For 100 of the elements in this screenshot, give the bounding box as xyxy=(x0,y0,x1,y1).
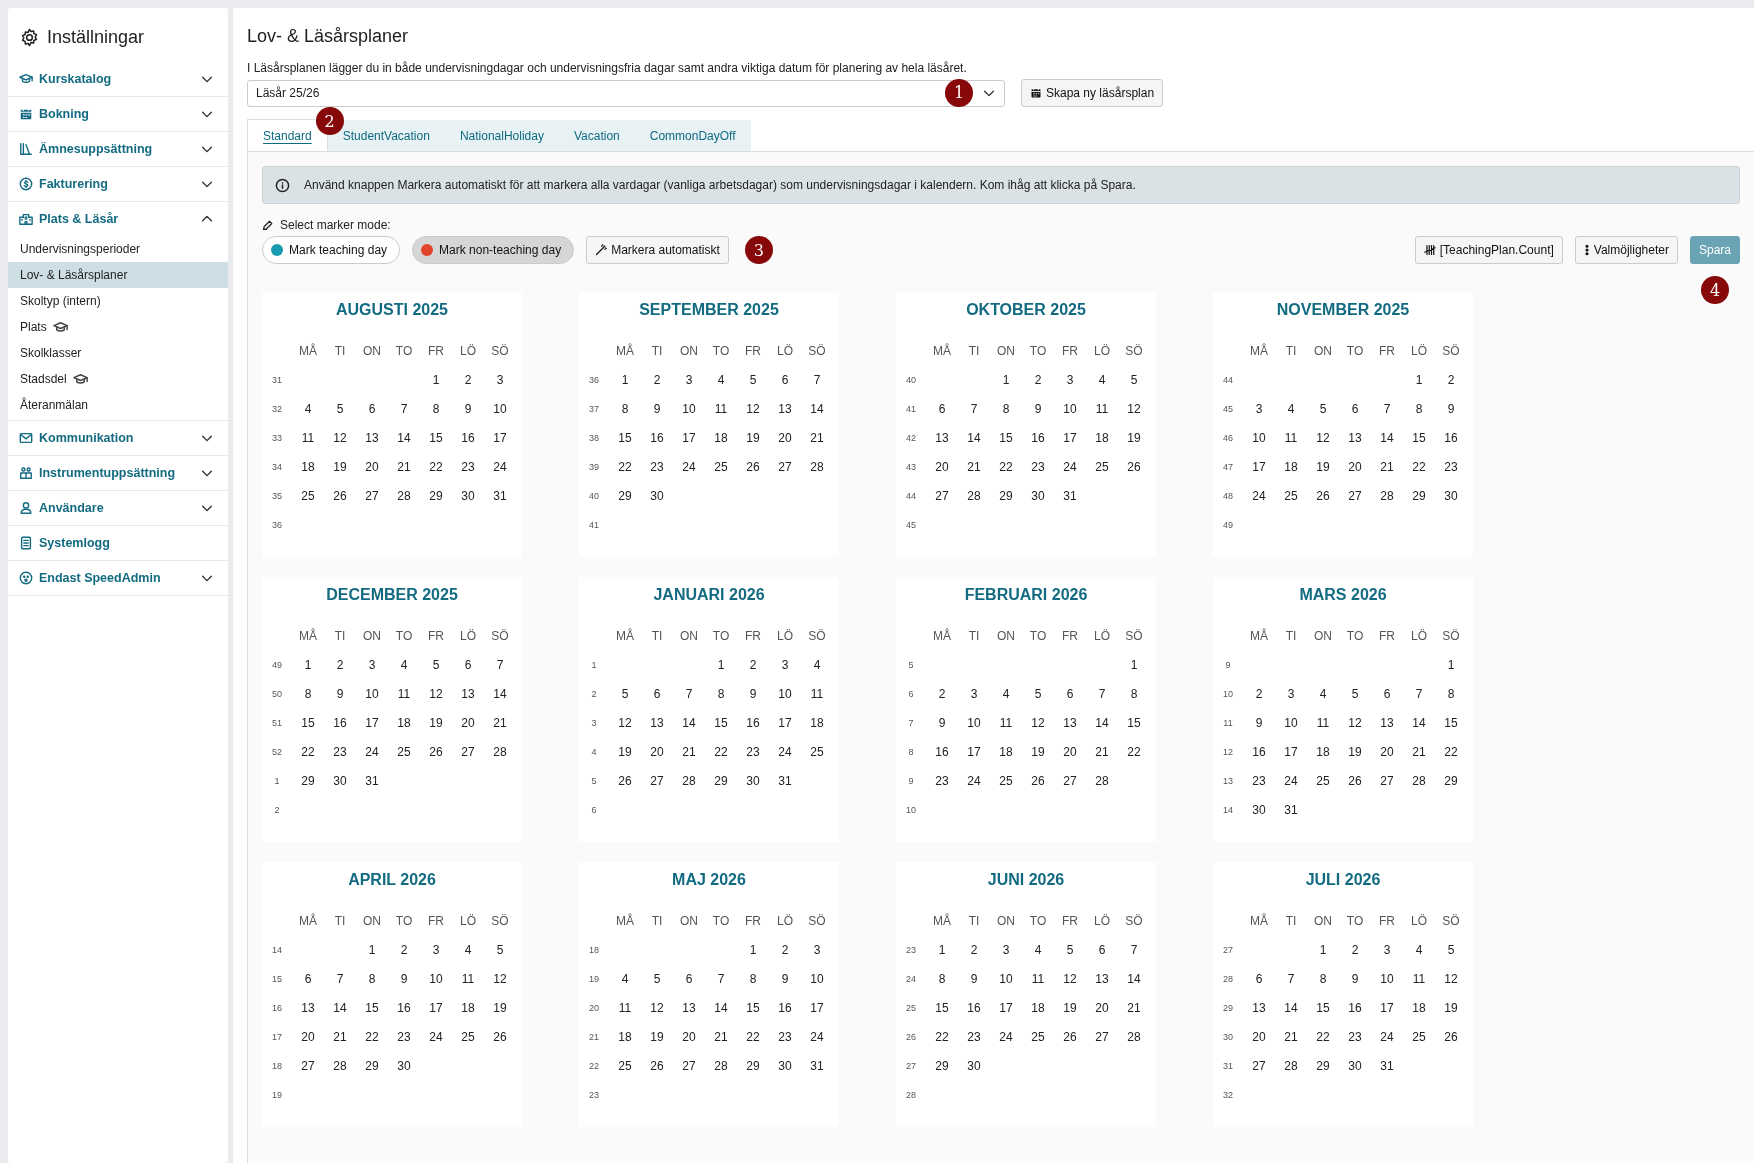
day-cell[interactable]: 14 xyxy=(673,708,705,737)
day-cell[interactable]: 22 xyxy=(1435,737,1467,766)
day-cell[interactable]: 19 xyxy=(420,708,452,737)
day-cell[interactable]: 9 xyxy=(737,679,769,708)
day-cell[interactable]: 11 xyxy=(990,708,1022,737)
day-cell[interactable]: 22 xyxy=(737,1022,769,1051)
day-cell[interactable]: 20 xyxy=(1054,737,1086,766)
day-cell[interactable]: 5 xyxy=(324,394,356,423)
day-cell[interactable]: 9 xyxy=(452,394,484,423)
day-cell[interactable]: 9 xyxy=(641,394,673,423)
day-cell[interactable]: 11 xyxy=(388,679,420,708)
day-cell[interactable]: 8 xyxy=(1307,964,1339,993)
day-cell[interactable]: 17 xyxy=(673,423,705,452)
day-cell[interactable]: 1 xyxy=(1435,650,1467,679)
count-button[interactable]: [TeachingPlan.Count] xyxy=(1414,236,1563,264)
day-cell[interactable]: 30 xyxy=(958,1051,990,1080)
day-cell[interactable]: 7 xyxy=(484,650,516,679)
day-cell[interactable]: 16 xyxy=(1022,423,1054,452)
day-cell[interactable]: 4 xyxy=(388,650,420,679)
day-cell[interactable]: 16 xyxy=(452,423,484,452)
day-cell[interactable]: 24 xyxy=(420,1022,452,1051)
day-cell[interactable]: 1 xyxy=(1403,365,1435,394)
day-cell[interactable]: 14 xyxy=(705,993,737,1022)
day-cell[interactable]: 15 xyxy=(356,993,388,1022)
day-cell[interactable]: 10 xyxy=(356,679,388,708)
day-cell[interactable]: 12 xyxy=(1022,708,1054,737)
day-cell[interactable]: 16 xyxy=(1243,737,1275,766)
day-cell[interactable]: 9 xyxy=(1022,394,1054,423)
day-cell[interactable]: 26 xyxy=(1339,766,1371,795)
day-cell[interactable]: 16 xyxy=(641,423,673,452)
day-cell[interactable]: 28 xyxy=(1275,1051,1307,1080)
day-cell[interactable]: 29 xyxy=(926,1051,958,1080)
day-cell[interactable]: 11 xyxy=(452,964,484,993)
day-cell[interactable]: 25 xyxy=(292,481,324,510)
day-cell[interactable]: 1 xyxy=(1118,650,1150,679)
day-cell[interactable]: 3 xyxy=(769,650,801,679)
day-cell[interactable]: 5 xyxy=(1022,679,1054,708)
day-cell[interactable]: 30 xyxy=(737,766,769,795)
day-cell[interactable]: 4 xyxy=(292,394,324,423)
day-cell[interactable]: 29 xyxy=(1307,1051,1339,1080)
day-cell[interactable]: 19 xyxy=(737,423,769,452)
day-cell[interactable]: 31 xyxy=(1371,1051,1403,1080)
day-cell[interactable]: 8 xyxy=(1118,679,1150,708)
day-cell[interactable]: 11 xyxy=(1403,964,1435,993)
day-cell[interactable]: 22 xyxy=(705,737,737,766)
day-cell[interactable]: 25 xyxy=(801,737,833,766)
tab[interactable]: NationalHoliday xyxy=(444,120,559,151)
day-cell[interactable]: 11 xyxy=(801,679,833,708)
day-cell[interactable]: 17 xyxy=(958,737,990,766)
day-cell[interactable]: 19 xyxy=(609,737,641,766)
day-cell[interactable]: 18 xyxy=(1086,423,1118,452)
day-cell[interactable]: 24 xyxy=(484,452,516,481)
day-cell[interactable]: 5 xyxy=(1339,679,1371,708)
day-cell[interactable]: 17 xyxy=(1243,452,1275,481)
day-cell[interactable]: 24 xyxy=(990,1022,1022,1051)
day-cell[interactable]: 10 xyxy=(673,394,705,423)
day-cell[interactable]: 22 xyxy=(1403,452,1435,481)
day-cell[interactable]: 18 xyxy=(609,1022,641,1051)
day-cell[interactable]: 20 xyxy=(452,708,484,737)
day-cell[interactable]: 15 xyxy=(926,993,958,1022)
day-cell[interactable]: 28 xyxy=(1086,766,1118,795)
day-cell[interactable]: 28 xyxy=(801,452,833,481)
day-cell[interactable]: 30 xyxy=(388,1051,420,1080)
day-cell[interactable]: 24 xyxy=(769,737,801,766)
day-cell[interactable]: 18 xyxy=(1307,737,1339,766)
day-cell[interactable]: 12 xyxy=(609,708,641,737)
day-cell[interactable]: 7 xyxy=(673,679,705,708)
day-cell[interactable]: 22 xyxy=(990,452,1022,481)
day-cell[interactable]: 26 xyxy=(1435,1022,1467,1051)
day-cell[interactable]: 12 xyxy=(737,394,769,423)
day-cell[interactable]: 15 xyxy=(705,708,737,737)
day-cell[interactable]: 6 xyxy=(356,394,388,423)
day-cell[interactable]: 28 xyxy=(1403,766,1435,795)
day-cell[interactable]: 9 xyxy=(958,964,990,993)
day-cell[interactable]: 22 xyxy=(926,1022,958,1051)
day-cell[interactable]: 15 xyxy=(292,708,324,737)
day-cell[interactable]: 27 xyxy=(1339,481,1371,510)
day-cell[interactable]: 13 xyxy=(1054,708,1086,737)
day-cell[interactable]: 14 xyxy=(1403,708,1435,737)
sidebar-item[interactable]: Skolklasser xyxy=(8,340,228,366)
day-cell[interactable]: 24 xyxy=(1243,481,1275,510)
day-cell[interactable]: 26 xyxy=(641,1051,673,1080)
day-cell[interactable]: 16 xyxy=(324,708,356,737)
day-cell[interactable]: 22 xyxy=(1307,1022,1339,1051)
day-cell[interactable]: 26 xyxy=(609,766,641,795)
day-cell[interactable]: 23 xyxy=(324,737,356,766)
day-cell[interactable]: 13 xyxy=(292,993,324,1022)
day-cell[interactable]: 28 xyxy=(388,481,420,510)
day-cell[interactable]: 5 xyxy=(641,964,673,993)
day-cell[interactable]: 22 xyxy=(609,452,641,481)
day-cell[interactable]: 10 xyxy=(958,708,990,737)
day-cell[interactable]: 4 xyxy=(801,650,833,679)
day-cell[interactable]: 6 xyxy=(769,365,801,394)
day-cell[interactable]: 30 xyxy=(452,481,484,510)
day-cell[interactable]: 7 xyxy=(705,964,737,993)
day-cell[interactable]: 29 xyxy=(737,1051,769,1080)
day-cell[interactable]: 15 xyxy=(1435,708,1467,737)
day-cell[interactable]: 26 xyxy=(324,481,356,510)
day-cell[interactable]: 15 xyxy=(1118,708,1150,737)
day-cell[interactable]: 2 xyxy=(452,365,484,394)
